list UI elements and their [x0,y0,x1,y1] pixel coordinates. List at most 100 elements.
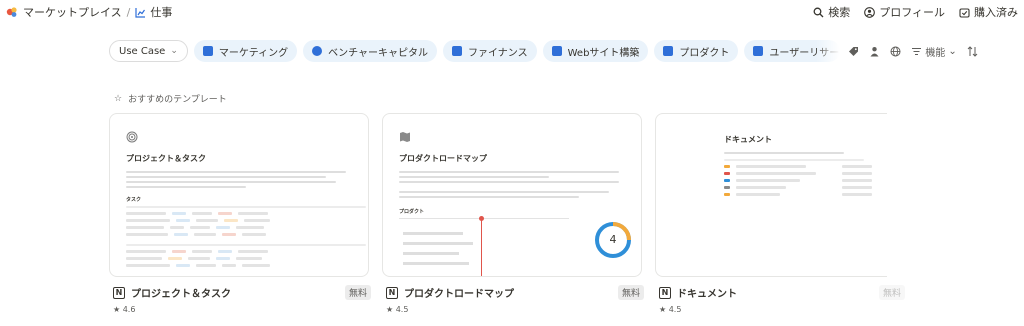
top-actions: 検索 プロフィール 購入済み [813,4,1018,20]
preview-row [126,257,362,260]
template-card-product-roadmap[interactable]: プロダクトロードマップ プロダクト 4 [382,113,642,277]
star-outline-icon: ☆ [114,93,123,104]
doc-row [724,186,881,189]
search-icon [813,7,824,17]
recommended-section-title: ☆ おすすめのテンプレート [114,92,227,106]
preview-divider [126,206,366,208]
purchased-label: 購入済み [974,6,1018,19]
function-filter-dropdown[interactable]: 機能 ⌄ [911,44,957,59]
search-label: 検索 [828,6,851,19]
breadcrumb-root[interactable]: マーケットプレイス [23,4,122,20]
rating: ★ 4.5 [659,305,682,314]
preview-subheading: プロダクト [399,209,425,215]
map-icon [400,132,410,142]
pie-chart-icon [312,46,323,56]
usecase-dropdown[interactable]: Use Case ⌄ [109,40,188,62]
chevron-down-icon: ⌄ [948,45,957,57]
preview-text-line [126,186,246,188]
price-badge: 無料 [617,285,644,300]
box-icon [663,46,674,56]
preview-row [126,233,362,236]
preview-subheading: タスク [126,197,142,203]
preview-row [126,264,362,267]
template-meta-product-roadmap: N プロダクトロードマップ 無料 ★ 4.5 [386,285,646,315]
preview-text-line [399,196,579,198]
template-name[interactable]: プロダクトロードマップ [404,285,514,300]
preview-text-line [399,171,619,173]
preview-text-line [724,152,844,154]
chevron-down-icon: ⌄ [170,46,178,56]
chip-finance[interactable]: ファイナンス [443,40,537,62]
template-meta-documents: N ドキュメント 無料 ★ 4.5 [659,285,907,315]
template-name[interactable]: プロジェクト＆タスク [131,285,231,300]
chip-label: ファイナンス [468,47,528,59]
chip-venture-capital[interactable]: ベンチャーキャピタル [303,40,437,62]
filter-tools: 機能 ⌄ [848,44,978,59]
gauge-value: 4 [609,233,617,246]
doc-row [724,193,881,196]
profile-button[interactable]: プロフィール [864,4,945,20]
rating: ★ 4.5 [386,305,409,314]
usecase-label: Use Case [119,45,166,57]
purchased-check-icon [959,7,970,18]
chip-label: プロダクト [679,47,730,59]
chip-website[interactable]: Webサイト構築 [542,40,649,62]
breadcrumb: マーケットプレイス / 仕事 [6,4,172,20]
price-badge: 無料 [878,285,905,300]
chip-label: ユーザーリサーチ [769,47,840,59]
filter-lines-icon [912,47,922,55]
notion-icon: N [386,286,398,299]
chip-label: ベンチャーキャピタル [328,47,428,59]
person-icon[interactable] [869,46,880,57]
chip-product[interactable]: プロダクト [654,40,739,62]
chip-user-research[interactable]: ユーザーリサーチ [744,40,841,62]
preview-text-line [126,171,346,173]
card-preview: プロダクトロードマップ プロダクト 4 [399,128,635,276]
today-marker [481,218,482,276]
card-preview: プロジェクト＆タスク タスク [126,128,366,267]
notion-icon: N [113,286,125,299]
doc-row [724,165,881,168]
preview-title: プロダクトロードマップ [399,154,487,163]
preview-row [126,226,362,229]
chip-label: マーケティング [218,47,289,59]
megaphone-icon [202,46,213,56]
card-preview: ドキュメント [724,128,881,196]
target-icon [126,131,138,143]
money-icon [452,46,462,56]
preview-text-line [126,176,326,178]
preview-text-line [126,181,336,183]
preview-text-line [399,176,549,178]
breadcrumb-separator: / [126,5,131,19]
breadcrumb-current[interactable]: 仕事 [150,4,172,20]
price-badge: 無料 [344,285,371,300]
bar-chart-icon [135,7,146,18]
template-meta-project-task: N プロジェクト＆タスク 無料 ★ 4.6 [113,285,373,315]
notion-icon: N [659,286,671,299]
preview-text-line [399,181,619,183]
tag-icon[interactable] [848,46,859,57]
preview-title: ドキュメント [724,135,772,144]
notion-marketplace-logo-icon [6,7,17,17]
sort-icon[interactable] [967,45,978,57]
function-filter-label: 機能 [925,47,946,59]
globe-icon[interactable] [890,46,901,57]
preview-divider [724,159,864,161]
preview-row [126,250,362,253]
preview-title: プロジェクト＆タスク [126,154,206,163]
roadmap-timeline: 4 [399,216,639,276]
purchased-button[interactable]: 購入済み [959,4,1018,20]
profile-label: プロフィール [879,6,945,19]
preview-row [126,219,362,222]
template-card-documents[interactable]: ドキュメント [655,113,887,277]
chip-marketing[interactable]: マーケティング [193,40,298,62]
filter-bar: Use Case ⌄ マーケティング ベンチャーキャピタル ファイナンス Web… [109,40,1019,62]
template-name[interactable]: ドキュメント [677,285,737,300]
template-card-project-task[interactable]: プロジェクト＆タスク タスク [109,113,369,277]
preview-row [126,212,362,215]
top-bar: マーケットプレイス / 仕事 検索 プロフィール 購入済み [0,0,1024,22]
monitor-icon [551,46,562,56]
flask-icon [753,46,764,56]
profile-icon [864,6,876,18]
search-button[interactable]: 検索 [813,4,850,20]
